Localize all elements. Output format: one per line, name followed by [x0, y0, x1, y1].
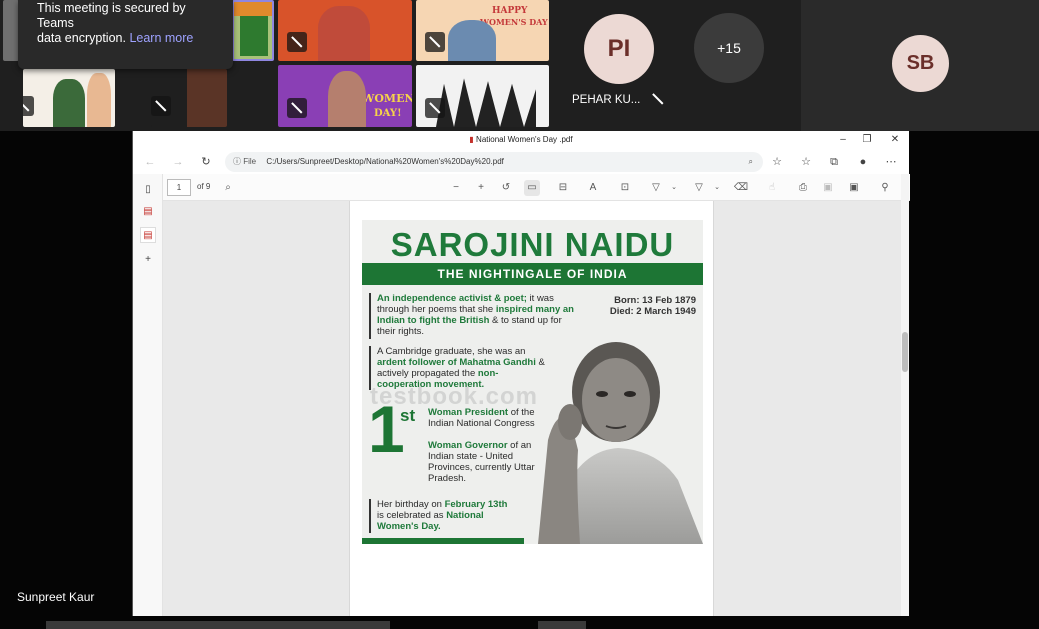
tile-womens-text: WOMEN'S: [362, 92, 412, 105]
info-icon: ⓘ: [233, 157, 241, 166]
video-tile-4[interactable]: HAPPY WOMEN'S DAY: [416, 0, 549, 61]
page-view-icon[interactable]: ▯: [140, 182, 156, 198]
poster-bottom-band: [362, 538, 524, 544]
poster-died: Died: 2 March 1949: [609, 306, 696, 317]
text-icon[interactable]: ⊡: [617, 180, 633, 196]
save-icon[interactable]: ▣: [820, 180, 836, 196]
pdf-tab-active-icon[interactable]: ▤: [140, 227, 156, 243]
read-aloud-icon[interactable]: A: [585, 180, 601, 196]
mic-muted-icon: [425, 32, 445, 52]
video-tile-6[interactable]: [151, 69, 227, 127]
favorites-star-icon[interactable]: ☆: [769, 154, 785, 170]
pdf-page: SAROJINI NAIDU THE NIGHTINGALE OF INDIA …: [349, 201, 714, 616]
scrollbar-thumb[interactable]: [902, 332, 908, 372]
poster-subtitle: THE NIGHTINGALE OF INDIA: [362, 263, 703, 285]
back-arrow-icon[interactable]: ←: [141, 153, 159, 171]
mic-muted-icon: [287, 32, 307, 52]
forward-arrow-icon[interactable]: →: [169, 153, 187, 171]
mic-muted-icon: [23, 96, 34, 116]
page-number-input[interactable]: 1: [167, 179, 191, 196]
mic-muted-icon: [151, 96, 171, 116]
video-tile-8[interactable]: [416, 65, 549, 127]
highlight-icon[interactable]: ▽: [691, 180, 707, 196]
url-scheme-label: File: [243, 157, 257, 166]
chevron-down-icon[interactable]: ⌄: [666, 180, 682, 196]
encryption-notice-line1: This meeting is secured by Teams: [37, 1, 186, 30]
poster-dates: Born: 13 Feb 1879 Died: 2 March 1949: [580, 295, 696, 317]
vertical-scrollbar[interactable]: [901, 174, 909, 616]
more-options-icon[interactable]: ⋯: [883, 154, 899, 170]
mic-muted-icon: [425, 98, 445, 118]
profile-avatar-icon[interactable]: ●: [855, 154, 871, 170]
minimize-icon[interactable]: –: [835, 133, 851, 147]
presenter-name-label: Sunpreet Kaur: [17, 590, 95, 604]
more-participants-count: +15: [717, 40, 741, 56]
pdf-viewer-canvas[interactable]: SAROJINI NAIDU THE NIGHTINGALE OF INDIA …: [163, 201, 902, 616]
refresh-icon[interactable]: ↻: [197, 153, 215, 171]
rotate-icon[interactable]: ↺: [498, 180, 514, 196]
window-title: National Women's Day .pdf: [476, 135, 573, 144]
zoom-out-icon[interactable]: −: [448, 180, 464, 196]
pdf-toolbar: 1 of 9 ⌕ − + ↺ ▭ ⊟ A ⊡ ▽ ⌄ ▽ ⌄ ⌫ ☝ ⎙ ▣ ▣…: [163, 174, 910, 201]
video-tile-3[interactable]: [278, 0, 412, 61]
zoom-in-icon[interactable]: +: [473, 180, 489, 196]
encryption-notice: This meeting is secured by Teams data en…: [18, 0, 233, 69]
draw-icon[interactable]: ▽: [648, 180, 664, 196]
search-icon[interactable]: ⌕: [220, 180, 236, 196]
avatar-sb-initials: SB: [906, 52, 935, 74]
maximize-icon[interactable]: ❐: [859, 133, 875, 147]
participant-gallery: HAPPY WOMEN'S DAY This meeting is secure…: [0, 0, 1039, 131]
tile-happy-text: HAPPY: [492, 6, 528, 16]
poster-first-suffix: st: [400, 406, 416, 425]
url-field[interactable]: ⓘ File C:/Users/Sunpreet/Desktop/Nationa…: [225, 152, 763, 172]
poster-birthday: Her birthday on February 13th is celebra…: [377, 499, 508, 532]
shared-screen-pdf-window: ▮ National Women's Day .pdf – ❐ ✕ ← → ↻ …: [132, 131, 910, 616]
video-tile-sb[interactable]: SB: [801, 0, 1039, 131]
chevron-down-icon[interactable]: ⌄: [709, 180, 725, 196]
page-total-label: of 9: [197, 182, 211, 191]
poster-born: Born: 13 Feb 1879: [614, 295, 696, 306]
participant-name-pehar: PEHAR KU...: [572, 94, 641, 106]
zoom-icon[interactable]: ⌕: [749, 152, 753, 172]
touch-icon[interactable]: ☝: [764, 180, 780, 196]
more-participants-button[interactable]: +15: [694, 13, 764, 83]
page-layout-icon[interactable]: ⊟: [555, 180, 571, 196]
learn-more-link[interactable]: Learn more: [129, 31, 193, 45]
pdf-sidebar: ▯ ▤ ▤ +: [133, 174, 163, 616]
poster-image: SAROJINI NAIDU THE NIGHTINGALE OF INDIA …: [362, 220, 703, 544]
add-tab-icon[interactable]: +: [140, 252, 156, 268]
save-as-icon[interactable]: ▣: [846, 180, 862, 196]
close-icon[interactable]: ✕: [887, 133, 903, 147]
encryption-notice-line2: data encryption.: [37, 31, 126, 45]
portrait-image: [538, 342, 703, 544]
poster-title: SAROJINI NAIDU: [390, 226, 675, 263]
avatar-pi[interactable]: PI: [584, 14, 654, 84]
pdf-tab-icon[interactable]: ▤: [140, 204, 156, 220]
collections-icon[interactable]: ⧉: [826, 154, 842, 170]
bottom-bar-segment: [538, 621, 586, 629]
browser-address-bar: ← → ↻ ⓘ File C:/Users/Sunpreet/Desktop/N…: [133, 150, 909, 174]
video-tile-1[interactable]: [3, 0, 19, 61]
url-text: C:/Users/Sunpreet/Desktop/National%20Wom…: [266, 157, 504, 166]
video-tile-2[interactable]: [232, 0, 274, 61]
pin-toolbar-icon[interactable]: ⚲: [877, 180, 893, 196]
mic-muted-icon: [287, 98, 307, 118]
favorites-list-icon[interactable]: ☆: [798, 154, 814, 170]
pdf-file-icon: ▮: [469, 135, 474, 144]
print-icon[interactable]: ⎙: [795, 180, 811, 196]
video-tile-5[interactable]: [23, 69, 115, 127]
avatar-pi-initials: PI: [607, 35, 631, 62]
mic-muted-icon: [648, 89, 668, 109]
avatar-sb: SB: [892, 35, 949, 92]
video-tile-7[interactable]: Y WOMEN'S DAY!: [278, 65, 412, 127]
window-titlebar: ▮ National Women's Day .pdf – ❐ ✕: [133, 131, 909, 150]
teams-meeting-stage: HAPPY WOMEN'S DAY This meeting is secure…: [0, 0, 1039, 629]
bottom-bar-segment: [46, 621, 390, 629]
tile-day-text: DAY!: [374, 108, 402, 119]
erase-icon[interactable]: ⌫: [733, 180, 749, 196]
fit-page-icon[interactable]: ▭: [524, 180, 540, 196]
